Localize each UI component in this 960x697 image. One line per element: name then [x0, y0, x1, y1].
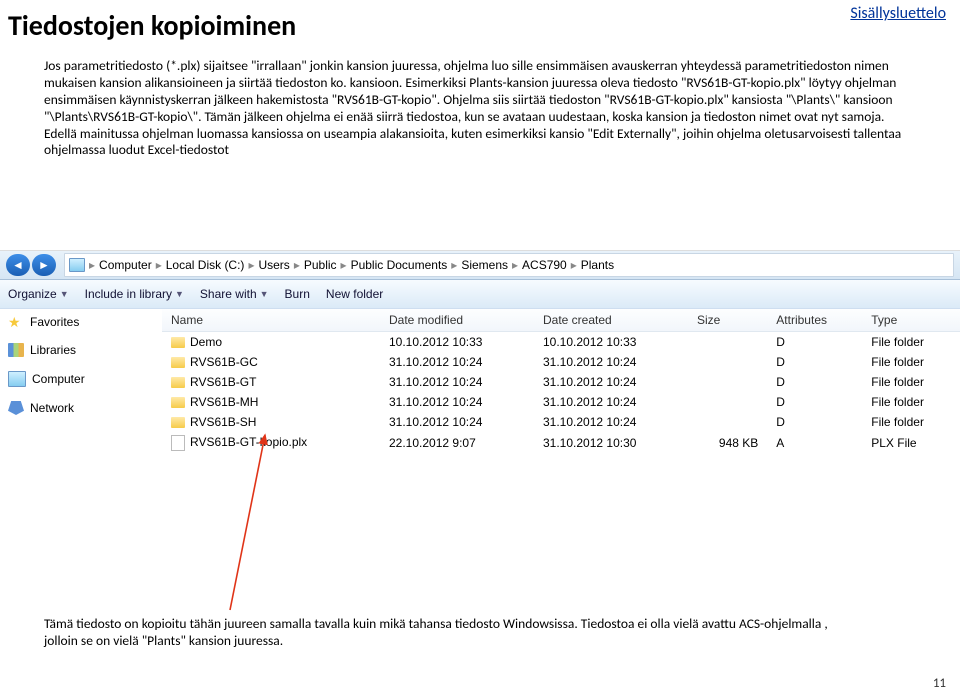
body-text: Jos parametritiedosto (*.plx) sijaitsee … [44, 58, 920, 159]
star-icon: ★ [8, 315, 24, 329]
folder-icon [171, 417, 185, 428]
crumb-item[interactable]: Local Disk (C:) [166, 258, 245, 272]
share-with-menu[interactable]: Share with ▼ [200, 287, 269, 301]
folder-icon [171, 397, 185, 408]
col-attributes[interactable]: Attributes [767, 309, 862, 332]
breadcrumb[interactable]: ▸ Computer▸ Local Disk (C:)▸ Users▸ Publ… [64, 253, 954, 277]
crumb-item[interactable]: Siemens [461, 258, 508, 272]
page-number: 11 [933, 676, 946, 691]
file-list: Name Date modified Date created Size Att… [162, 309, 960, 454]
crumb-item[interactable]: Public [304, 258, 337, 272]
table-row[interactable]: RVS61B-SH31.10.2012 10:2431.10.2012 10:2… [162, 412, 960, 432]
folder-icon [171, 337, 185, 348]
file-icon [171, 435, 185, 451]
nav-computer[interactable]: Computer [8, 371, 158, 387]
folder-icon [171, 357, 185, 368]
explorer-window: ◄ ► ▸ Computer▸ Local Disk (C:)▸ Users▸ … [0, 250, 960, 454]
include-in-library-menu[interactable]: Include in library ▼ [85, 287, 184, 301]
crumb-item[interactable]: Users [258, 258, 289, 272]
table-row[interactable]: RVS61B-GT31.10.2012 10:2431.10.2012 10:2… [162, 372, 960, 392]
burn-button[interactable]: Burn [285, 287, 310, 301]
col-created[interactable]: Date created [534, 309, 688, 332]
folder-icon [171, 377, 185, 388]
annotation-arrow [225, 430, 295, 610]
chevron-down-icon: ▼ [260, 289, 269, 299]
crumb-item[interactable]: Public Documents [351, 258, 448, 272]
forward-button[interactable]: ► [32, 254, 56, 276]
crumb-item[interactable]: Computer [99, 258, 152, 272]
address-bar: ◄ ► ▸ Computer▸ Local Disk (C:)▸ Users▸ … [0, 251, 960, 280]
col-type[interactable]: Type [862, 309, 960, 332]
computer-icon [69, 258, 85, 272]
computer-icon [8, 371, 26, 387]
toc-link[interactable]: Sisällysluettelo [850, 4, 946, 23]
nav-network[interactable]: Network [8, 401, 158, 415]
page-title: Tiedostojen kopioiminen [8, 8, 296, 43]
libraries-icon [8, 343, 24, 357]
organize-menu[interactable]: Organize ▼ [8, 287, 69, 301]
col-size[interactable]: Size [688, 309, 767, 332]
table-row[interactable]: RVS61B-GC31.10.2012 10:2431.10.2012 10:2… [162, 352, 960, 372]
toolbar: Organize ▼ Include in library ▼ Share wi… [0, 280, 960, 309]
nav-pane: ★Favorites Libraries Computer Network [0, 309, 162, 454]
network-icon [8, 401, 24, 415]
crumb-item[interactable]: Plants [581, 258, 614, 272]
caption-text: Tämä tiedosto on kopioitu tähän juureen … [44, 616, 850, 650]
crumb-item[interactable]: ACS790 [522, 258, 567, 272]
chevron-down-icon: ▼ [60, 289, 69, 299]
table-row[interactable]: RVS61B-GT-kopio.plx22.10.2012 9:0731.10.… [162, 432, 960, 454]
nav-favorites[interactable]: ★Favorites [8, 315, 158, 329]
nav-libraries[interactable]: Libraries [8, 343, 158, 357]
chevron-down-icon: ▼ [175, 289, 184, 299]
table-row[interactable]: Demo10.10.2012 10:3310.10.2012 10:33DFil… [162, 332, 960, 353]
table-row[interactable]: RVS61B-MH31.10.2012 10:2431.10.2012 10:2… [162, 392, 960, 412]
col-name[interactable]: Name [162, 309, 380, 332]
back-button[interactable]: ◄ [6, 254, 30, 276]
col-modified[interactable]: Date modified [380, 309, 534, 332]
new-folder-button[interactable]: New folder [326, 287, 383, 301]
